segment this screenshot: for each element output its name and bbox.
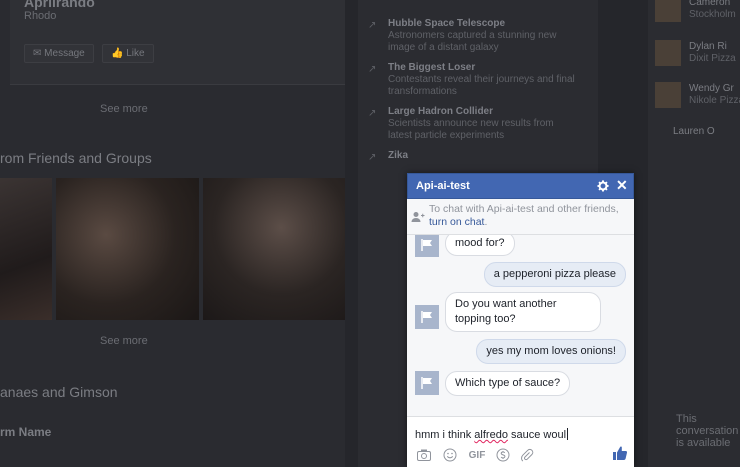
contacts-sidebar [648,0,740,467]
gif-icon[interactable]: GIF [467,448,487,462]
profile-name: Aprilrando [24,0,95,10]
contact-item[interactable]: Wendy Gr Nikole Pizza [655,82,740,110]
chat-title[interactable]: Api-ai-test [416,180,470,192]
avatar [655,0,681,22]
photo-3[interactable] [203,178,345,320]
see-more-link[interactable]: See more [100,103,148,115]
contact-name: Lauren O [673,126,715,137]
contact-subtitle: Stockholm [689,9,736,20]
close-icon[interactable]: ✕ [616,178,628,192]
chat-off-notice: To chat with Api-ai-test and other frien… [407,199,634,235]
message-list[interactable]: mood for? a pepperoni pizza please Do yo… [407,235,634,416]
section-title-friends-groups: rom Friends and Groups [0,150,152,166]
message-input[interactable]: hmm i think alfredo sauce woul [415,428,569,441]
camera-icon[interactable] [417,448,431,462]
profile-card: Aprilrando Rhodo ✉ Message 👍 Like [10,0,345,85]
misspelled-word: alfredo [474,429,508,441]
incoming-message: Which type of sauce? [445,371,571,396]
contact-item[interactable]: Cameron Stockholm [655,0,740,24]
bot-avatar [415,305,439,329]
trending-arrow-icon: ↗ [368,20,377,31]
outgoing-message: yes my mom loves onions! [476,339,626,364]
friends-icon [411,212,425,222]
message-button[interactable]: ✉ Message [24,44,94,63]
attachment-icon[interactable] [520,448,534,462]
contact-name: Dylan Ri [689,41,727,52]
flag-icon [421,311,432,323]
thumbs-up-icon[interactable] [612,445,628,461]
section-title-bottom: anaes and Gimson [0,384,118,400]
trending-arrow-icon: ↗ [368,108,377,119]
chat-header[interactable]: Api-ai-test ✕ [407,173,634,199]
trending-arrow-icon: ↗ [368,152,377,163]
conversation-notice: This conversation is available [676,413,739,449]
photo-2[interactable] [56,178,199,320]
contact-item[interactable]: Dylan Ri Dixit Pizza [655,40,740,68]
trending-arrow-icon: ↗ [368,64,377,75]
contact-name: Cameron [689,0,731,8]
text-caret [567,428,569,440]
news-description: Contestants reveal their journeys and fi… [388,74,575,97]
compose-area[interactable]: hmm i think alfredo sauce woul GIF [407,416,634,467]
chat-window: Api-ai-test ✕ To chat with Api-ai-test a… [407,173,634,467]
profile-subtitle: Rhodo [24,10,57,22]
turn-on-chat-link[interactable]: turn on chat [429,216,484,228]
news-title: Large Hadron Collider [388,106,494,117]
notice-text: To chat with Api-ai-test and other frien… [429,203,619,228]
outgoing-message: a pepperoni pizza please [483,262,626,287]
like-button[interactable]: 👍 Like [102,44,154,63]
news-item[interactable]: ↗ Zika [368,150,588,170]
news-title: Hubble Space Telescope [388,18,506,29]
emoji-icon[interactable] [443,448,457,462]
photo-1[interactable] [0,178,52,320]
flag-icon [421,377,432,389]
news-item[interactable]: ↗ The Biggest Loser Contestants reveal t… [368,62,588,102]
news-description: Astronomers captured a stunning new imag… [388,30,557,53]
flag-icon [421,239,432,251]
news-item[interactable]: ↗ Hubble Space Telescope Astronomers cap… [368,18,588,58]
avatar [655,40,681,66]
gear-icon[interactable] [596,179,610,193]
incoming-message: Do you want another topping too? [445,292,601,332]
news-title: The Biggest Loser [388,62,476,73]
bot-avatar [415,235,439,257]
bot-avatar [415,371,439,395]
news-item[interactable]: ↗ Large Hadron Collider Scientists annou… [368,106,588,146]
contact-item[interactable]: Lauren O [655,125,740,153]
contact-subtitle: Nikole Pizza [689,95,740,106]
avatar [655,82,681,108]
news-description: Scientists announce new results from lat… [388,118,554,141]
bottom-name: rm Name [0,425,52,439]
incoming-message: mood for? [445,235,515,256]
contact-subtitle: Dixit Pizza [689,53,736,64]
news-title: Zika [388,150,409,161]
payment-icon[interactable] [496,448,510,462]
main-feed: Aprilrando Rhodo ✉ Message 👍 Like See mo… [0,0,345,467]
see-more-link-2[interactable]: See more [100,335,148,347]
contact-name: Wendy Gr [689,83,734,94]
